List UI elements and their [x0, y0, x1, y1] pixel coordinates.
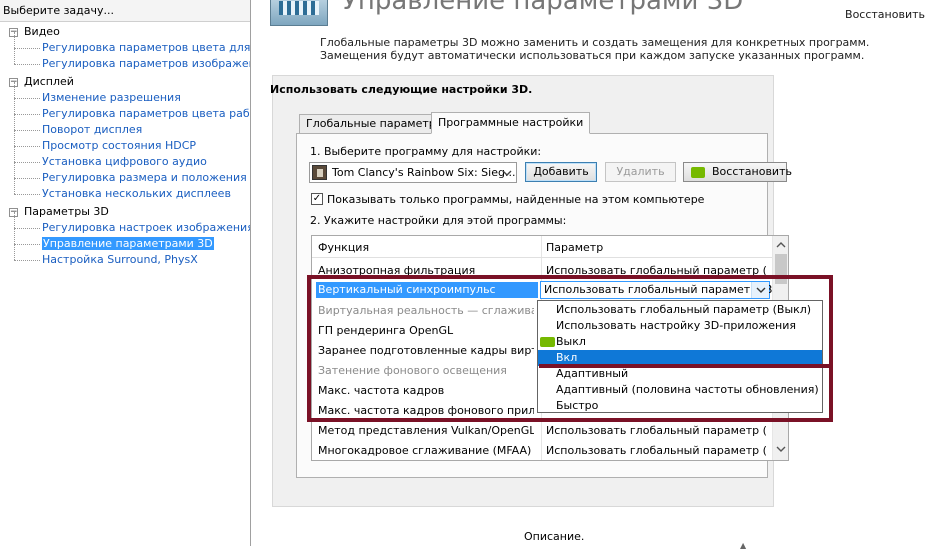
tree-item-3d-preview[interactable]: Регулировка настроек изображения с пр	[0, 212, 251, 236]
row-function: Многокадровое сглаживание (MFAA)	[318, 444, 532, 457]
dropdown-option[interactable]: Выкл	[538, 334, 822, 350]
scroll-up-icon[interactable]	[776, 240, 786, 250]
table-row[interactable]: Метод представления Vulkan/OpenGL Исполь…	[312, 420, 772, 440]
category-video[interactable]: − Видео	[0, 24, 250, 40]
tree-item-manage-3d[interactable]: Управление параметрами 3D	[0, 228, 250, 252]
tree-item-hdcp[interactable]: Просмотр состояния HDCP	[0, 130, 250, 154]
dropdown-option[interactable]: Адаптивный (половина частоты обновления)	[538, 382, 822, 398]
row-value[interactable]: Использовать глобальный параметр (Вы	[546, 444, 766, 457]
program-select[interactable]: Tom Clancy's Rainbow Six: Sieg...	[309, 162, 517, 183]
dropdown-option[interactable]: Использовать настройку 3D-приложения	[538, 318, 822, 334]
row-function: Затенение фонового освещения	[318, 364, 507, 377]
page-banner: Управление параметрами 3D Восстановить	[252, 0, 933, 30]
row-function: Макс. частота кадров фонового прило...	[318, 404, 534, 417]
tab-program-settings[interactable]: Программные настройки	[431, 112, 591, 134]
row-function: Метод представления Vulkan/OpenGL	[318, 424, 534, 437]
tree-item-label: Регулировка параметров цвета рабочег	[42, 107, 250, 120]
chevron-down-icon	[756, 287, 766, 293]
vsync-combobox[interactable]: Использовать глобальный параметр (Вы	[540, 281, 781, 299]
tree-item-digital-audio[interactable]: Установка цифрового аудио	[0, 146, 250, 170]
category-display[interactable]: − Дисплей	[0, 74, 250, 90]
delete-program-button[interactable]: Удалить	[605, 162, 676, 182]
tree-item-multi-display[interactable]: Установка нескольких дисплеев	[0, 178, 250, 202]
row-function: ГП рендеринга OpenGL	[318, 324, 454, 337]
task-panel: Выберите задачу... − Видео Регулировка па…	[0, 0, 251, 546]
game-icon	[312, 165, 327, 180]
tree-item-video-image[interactable]: Регулировка параметров изображения д	[0, 48, 250, 72]
combobox-value: Использовать глобальный параметр (Вы	[544, 283, 782, 296]
row-function: Виртуальная реальность — сглаживан...	[318, 304, 534, 317]
nvidia-icon	[540, 337, 555, 347]
row-function: Заранее подготовленные кадры вирту...	[318, 344, 534, 357]
row-value[interactable]: Использовать глобальный параметр (В...	[546, 264, 766, 277]
tree-item-label: Просмотр состояния HDCP	[42, 139, 197, 152]
description-label: Описание.	[524, 530, 585, 543]
program-select-value: Tom Clancy's Rainbow Six: Sieg...	[332, 166, 516, 179]
tree-item-video-color[interactable]: Регулировка параметров цвета для вид	[0, 32, 251, 56]
tree-item-desktop-size[interactable]: Регулировка размера и положения рабо	[0, 162, 250, 186]
table-header: Функция Параметр	[312, 236, 772, 258]
tree-item-label: Управление параметрами 3D	[42, 237, 214, 250]
show-installed-checkbox[interactable]: ✓	[311, 193, 323, 205]
tree-item-label: Настройка Surround, PhysX	[42, 253, 198, 266]
add-program-button[interactable]: Добавить	[525, 162, 597, 182]
restore-defaults-link[interactable]: Восстановить	[845, 8, 925, 21]
tree-item-resolution[interactable]: Изменение разрешения	[0, 82, 250, 106]
row-function: Вертикальный синхроимпульс	[316, 282, 538, 298]
scrollbar-thumb[interactable]	[775, 254, 787, 284]
table-row-selected[interactable]: Вертикальный синхроимпульс Использовать …	[312, 280, 781, 300]
tree-item-label: Регулировка параметров изображения д	[42, 57, 250, 70]
tree-item-label: Регулировка размера и положения рабо	[42, 171, 250, 184]
row-function: Анизотропная фильтрация	[318, 264, 476, 277]
category-label: Видео	[24, 25, 60, 38]
category-label: Дисплей	[24, 75, 74, 88]
3d-settings-icon	[270, 0, 328, 26]
restore-program-label: Восстановить	[712, 165, 792, 178]
page-title: Управление параметрами 3D	[342, 0, 744, 16]
combobox-button[interactable]	[751, 282, 769, 298]
tree-item-label: Поворот дисплея	[42, 123, 143, 136]
column-header-function[interactable]: Функция	[318, 241, 369, 254]
dropdown-option[interactable]: Использовать глобальный параметр (Выкл)	[538, 302, 822, 318]
table-row[interactable]: Многокадровое сглаживание (MFAA) Использ…	[312, 440, 772, 460]
show-installed-label: Показывать только программы, найденные н…	[327, 193, 705, 206]
row-value[interactable]: Использовать глобальный параметр (А...	[546, 424, 766, 437]
tree-item-label: Регулировка настроек изображения с пр	[42, 221, 251, 234]
tree-item-label: Изменение разрешения	[42, 91, 181, 104]
tree-item-label: Регулировка параметров цвета для вид	[42, 41, 251, 54]
task-tree: − Видео Регулировка параметров цвета для …	[0, 24, 250, 268]
step1-label: 1. Выберите программу для настройки:	[310, 145, 542, 158]
tab-global-settings[interactable]: Глобальные параметры	[299, 114, 452, 134]
tree-item-rotate[interactable]: Поворот дисплея	[0, 114, 250, 138]
step2-label: 2. Укажите настройки для этой программы:	[310, 214, 567, 227]
tree-item-desktop-color[interactable]: Регулировка параметров цвета рабочег	[0, 98, 250, 122]
tree-item-label: Установка нескольких дисплеев	[42, 187, 231, 200]
tree-item-label: Установка цифрового аудио	[42, 155, 207, 168]
category-label: Параметры 3D	[24, 205, 109, 218]
content-area: Управление параметрами 3D Восстановить Г…	[252, 0, 933, 550]
annotation-underline	[539, 364, 832, 368]
dropdown-option-label: Выкл	[556, 335, 586, 348]
task-panel-title: Выберите задачу...	[0, 0, 250, 22]
category-3d[interactable]: − Параметры 3D	[0, 204, 250, 220]
restore-program-button[interactable]: Восстановить	[683, 162, 792, 182]
scroll-down-icon[interactable]	[776, 444, 786, 454]
table-row[interactable]: Анизотропная фильтрация Использовать гло…	[312, 260, 772, 280]
vsync-dropdown-list[interactable]: Использовать глобальный параметр (Выкл) …	[537, 300, 823, 413]
chevron-down-icon	[502, 170, 512, 176]
dropdown-option[interactable]: Адаптивный	[538, 366, 822, 382]
column-header-setting[interactable]: Параметр	[546, 241, 603, 254]
row-function: Макс. частота кадров	[318, 384, 445, 397]
tree-item-surround-physx[interactable]: Настройка Surround, PhysX	[0, 244, 250, 268]
dropdown-option[interactable]: Быстро	[538, 398, 822, 414]
nvidia-icon	[691, 167, 705, 178]
settings-heading: Использовать следующие настройки 3D.	[270, 83, 533, 96]
page-description: Глобальные параметры 3D можно заменить и…	[320, 36, 870, 62]
